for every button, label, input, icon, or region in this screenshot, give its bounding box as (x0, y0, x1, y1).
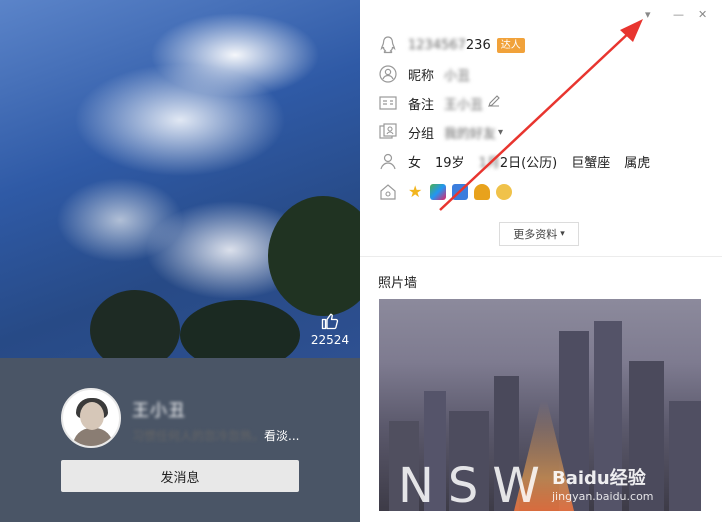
signature-tail: 看淡... (264, 429, 300, 443)
group-row: 分组 我的好友 ▾ (378, 121, 503, 143)
watermark-letters: NSW (398, 458, 554, 514)
user-icon (378, 64, 398, 84)
thumbs-up-icon (321, 313, 339, 330)
person-icon (378, 151, 398, 171)
group-icon (378, 122, 398, 142)
like-button[interactable]: 22524 (308, 312, 352, 347)
close-icon[interactable]: ✕ (698, 8, 707, 21)
group-value[interactable]: 我的好友 (444, 123, 496, 142)
star-icon[interactable]: ★ (408, 184, 424, 200)
chinese-zodiac: 属虎 (624, 155, 651, 171)
vip-badge[interactable]: 达人 (496, 37, 525, 53)
pet-icon[interactable] (496, 184, 512, 200)
minimize-icon[interactable]: — (673, 8, 684, 21)
qq-number-row: 1234567 236 达人 (378, 34, 525, 56)
app-icon[interactable] (430, 184, 446, 200)
penguin-icon (378, 35, 398, 55)
remark-label: 备注 (408, 97, 435, 113)
nickname-label: 昵称 (408, 68, 435, 84)
services-row: ★ (378, 181, 518, 203)
camera-icon[interactable] (452, 184, 468, 200)
more-info-button[interactable]: 更多资料 ▾ (499, 222, 579, 246)
remark-value: 王小丑 (444, 97, 484, 113)
profile-info-panel: ▾ — ✕ 1234567 236 达人 昵称 小丑 备注 王小丑 分组 我的好… (360, 0, 722, 522)
qq-number-blurred: 1234567 (408, 37, 466, 53)
chevron-down-icon: ▾ (560, 229, 565, 239)
edit-pencil-icon[interactable] (487, 94, 501, 112)
gender: 女 (408, 155, 422, 171)
dropdown-icon[interactable]: ▾ (645, 8, 651, 21)
signature-blurred: 习惯任何人的忽冷忽热， (132, 429, 265, 443)
details-row: 女 19岁 1月 2日(公历) 巨蟹座 属虎 (378, 150, 650, 172)
profile-signature: 习惯任何人的忽冷忽热，看淡... (132, 427, 299, 444)
profile-cover-panel: 22524 王小丑 习惯任何人的忽冷忽热，看淡... 发消息 (0, 0, 360, 522)
nickname-row: 昵称 小丑 (378, 63, 470, 85)
shield-icon[interactable] (474, 184, 490, 200)
birthday-blurred: 1月 (478, 155, 500, 171)
age: 19岁 (435, 155, 465, 171)
zodiac: 巨蟹座 (571, 155, 611, 171)
tree-silhouette (268, 196, 360, 316)
profile-nickname: 王小丑 (132, 401, 186, 421)
watermark-url: jingyan.baidu.com (552, 490, 654, 503)
nickname-value: 小丑 (444, 68, 471, 84)
cover-photo (0, 0, 360, 370)
divider (360, 256, 722, 257)
like-count: 22524 (310, 333, 350, 347)
watermark-brand: Baidu经验 (552, 468, 646, 489)
id-card-icon (378, 93, 398, 113)
qq-number-suffix: 236 (465, 37, 491, 53)
group-dropdown-icon[interactable]: ▾ (498, 127, 503, 138)
photo-wall-title: 照片墙 (378, 276, 418, 291)
birthday-suffix: 2日(公历) (499, 155, 558, 171)
group-label: 分组 (408, 126, 435, 142)
send-message-button[interactable]: 发消息 (61, 460, 299, 492)
avatar[interactable] (61, 388, 121, 448)
remark-row: 备注 王小丑 (378, 92, 501, 114)
home-icon (378, 182, 398, 202)
